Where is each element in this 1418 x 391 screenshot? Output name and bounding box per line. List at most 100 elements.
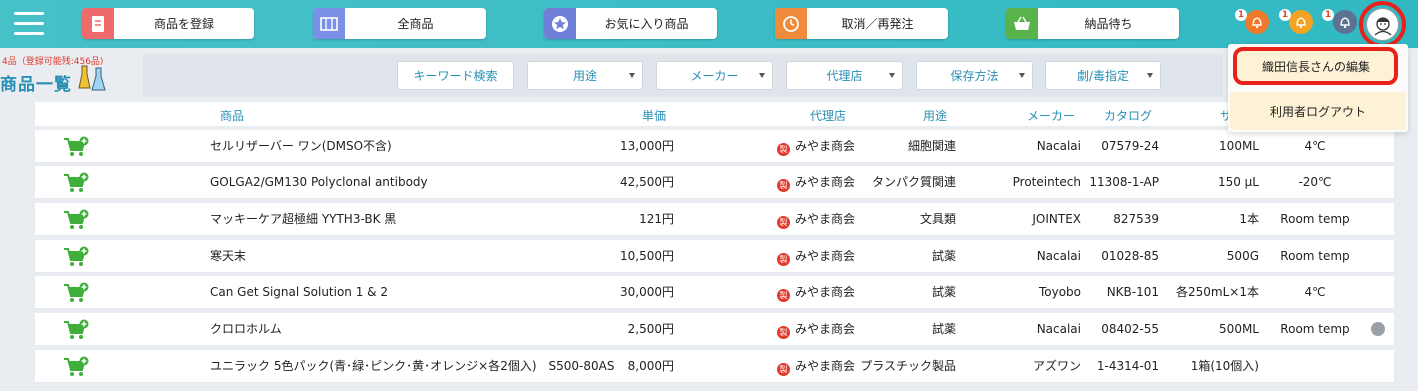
add-to-cart-icon[interactable] bbox=[63, 172, 89, 194]
filter-use-label: 用途 bbox=[572, 69, 597, 83]
table-row[interactable]: ユニラック 5色パック(青･緑･ピンク･黄･オレンジ×各2個入) S500-80… bbox=[35, 350, 1394, 383]
use-cell: タンパク質関連 bbox=[871, 175, 956, 189]
size-cell: 100ML bbox=[1219, 139, 1259, 153]
filter-use-dropdown[interactable]: 用途 bbox=[527, 61, 643, 90]
bell-icon[interactable] bbox=[1289, 10, 1313, 34]
filter-maker-dropdown[interactable]: メーカー bbox=[656, 61, 773, 90]
nav-register-product-button[interactable]: 商品を登録 bbox=[82, 8, 254, 39]
table-row[interactable]: マッキーケア超極細 YYTH3-BK 黒 121円 製みやま商会 文具類 JOINTEX… bbox=[35, 203, 1394, 236]
maker-cell: Nacalai bbox=[1036, 322, 1081, 336]
unit-price: 8,000円 bbox=[627, 359, 674, 373]
catalog-cell: 1-4314-01 bbox=[1096, 359, 1159, 373]
product-name[interactable]: Can Get Signal Solution 1 & 2 bbox=[210, 276, 388, 309]
chevron-down-icon bbox=[1147, 73, 1153, 78]
avatar[interactable] bbox=[1366, 8, 1399, 41]
chevron-down-icon bbox=[889, 73, 895, 78]
agency-name: みやま商会 bbox=[795, 322, 856, 336]
use-cell: 文具類 bbox=[919, 212, 956, 226]
nav-awaiting-delivery-button[interactable]: 納品待ち bbox=[1006, 8, 1179, 39]
catalog-cell: 827539 bbox=[1113, 212, 1159, 226]
size-cell: 各250mL×1本 bbox=[1176, 285, 1259, 299]
filter-agency-label: 代理店 bbox=[826, 69, 863, 83]
catalog-cell: 07579-24 bbox=[1101, 139, 1159, 153]
notification-badge: 1 bbox=[1279, 9, 1291, 21]
agency-name: みやま商会 bbox=[795, 249, 856, 263]
storage-cell: Room temp bbox=[1280, 212, 1350, 226]
product-name[interactable]: ユニラック 5色パック(青･緑･ピンク･黄･オレンジ×各2個入) S500-80… bbox=[210, 350, 614, 383]
size-cell: 1本 bbox=[1239, 212, 1259, 226]
agency-cell: 製みやま商会 bbox=[777, 313, 855, 346]
table-row[interactable]: GOLGA2/GM130 Polyclonal antibody 42,500円 製… bbox=[35, 166, 1394, 199]
nav-cancel-reorder-button[interactable]: 取消／再発注 bbox=[775, 8, 948, 39]
column-header-use[interactable]: 用途 bbox=[923, 107, 947, 124]
filter-agency-dropdown[interactable]: 代理店 bbox=[786, 61, 903, 90]
chevron-down-icon bbox=[1019, 73, 1025, 78]
keyword-search-label: キーワード検索 bbox=[413, 69, 498, 83]
agency-cell: 製みやま商会 bbox=[777, 130, 855, 163]
nav-all-products-button[interactable]: 全商品 bbox=[313, 8, 486, 39]
agency-cell: 製みやま商会 bbox=[777, 203, 855, 236]
add-to-cart-icon[interactable] bbox=[63, 136, 89, 158]
notification-badge: 1 bbox=[1235, 9, 1247, 21]
hamburger-menu-icon[interactable] bbox=[14, 12, 44, 36]
table-row[interactable]: 寒天末 10,500円 製みやま商会 試薬 Nacalai 01028-85 500G Roo… bbox=[35, 240, 1394, 273]
column-header-catalog[interactable]: カタログ bbox=[1104, 107, 1152, 124]
agency-name: みやま商会 bbox=[795, 175, 856, 189]
product-name[interactable]: 寒天末 bbox=[210, 240, 246, 273]
table-row[interactable]: セルリザーバー ワン(DMSO不含) 13,000円 製みやま商会 細胞関連 Nacal… bbox=[35, 130, 1394, 163]
product-name[interactable]: セルリザーバー ワン(DMSO不含) bbox=[210, 130, 392, 163]
filter-hazard-dropdown[interactable]: 劇/毒指定 bbox=[1045, 61, 1161, 90]
filter-storage-dropdown[interactable]: 保存方法 bbox=[916, 61, 1033, 90]
product-name[interactable]: クロロホルム bbox=[210, 313, 282, 346]
logout-menu-item[interactable]: 利用者ログアウト bbox=[1230, 92, 1406, 130]
chevron-down-icon bbox=[629, 73, 635, 78]
bell-icon[interactable] bbox=[1333, 10, 1357, 34]
all-products-icon bbox=[313, 8, 345, 39]
seal-icon: 製 bbox=[777, 289, 790, 302]
agency-cell: 製みやま商会 bbox=[777, 350, 855, 383]
keyword-search-button[interactable]: キーワード検索 bbox=[397, 61, 514, 90]
catalog-cell: NKB-101 bbox=[1106, 285, 1159, 299]
table-row[interactable]: Can Get Signal Solution 1 & 2 30,000円 製みやま… bbox=[35, 276, 1394, 309]
use-cell: プラスチック製品 bbox=[860, 359, 956, 373]
table-row[interactable]: クロロホルム 2,500円 製みやま商会 試薬 Nacalai 08402-55 500ML… bbox=[35, 313, 1394, 346]
unit-price: 2,500円 bbox=[627, 322, 674, 336]
storage-cell: -20℃ bbox=[1298, 175, 1332, 189]
add-to-cart-icon[interactable] bbox=[63, 209, 89, 231]
nav-cancel-reorder-label: 取消／再発注 bbox=[841, 17, 914, 31]
use-cell: 試薬 bbox=[931, 322, 956, 336]
agency-name: みやま商会 bbox=[795, 139, 856, 153]
size-cell: 1箱(10個入) bbox=[1190, 359, 1259, 373]
product-name[interactable]: マッキーケア超極細 YYTH3-BK 黒 bbox=[210, 203, 396, 236]
skull-hazard-icon bbox=[1371, 322, 1385, 336]
flask-icon bbox=[78, 65, 106, 91]
agency-name: みやま商会 bbox=[795, 212, 856, 226]
nav-register-product-label: 商品を登録 bbox=[153, 17, 214, 31]
add-to-cart-icon[interactable] bbox=[63, 319, 89, 341]
column-header-agency[interactable]: 代理店 bbox=[810, 107, 846, 124]
column-header-price[interactable]: 単価 bbox=[642, 107, 666, 124]
bell-icon[interactable] bbox=[1245, 10, 1269, 34]
storage-cell: 4℃ bbox=[1304, 139, 1326, 153]
maker-cell: JOINTEX bbox=[1032, 212, 1081, 226]
catalog-cell: 11308-1-AP bbox=[1089, 175, 1159, 189]
column-header-maker[interactable]: メーカー bbox=[1027, 107, 1075, 124]
unit-price: 10,500円 bbox=[620, 249, 674, 263]
seal-icon: 製 bbox=[777, 179, 790, 192]
seal-icon: 製 bbox=[777, 363, 790, 376]
product-name[interactable]: GOLGA2/GM130 Polyclonal antibody bbox=[210, 166, 428, 199]
maker-cell: Nacalai bbox=[1036, 139, 1081, 153]
agency-name: みやま商会 bbox=[795, 359, 856, 373]
nav-awaiting-delivery-label: 納品待ち bbox=[1084, 17, 1133, 31]
size-cell: 500G bbox=[1226, 249, 1259, 263]
nav-all-products-label: 全商品 bbox=[397, 17, 434, 31]
column-header-product[interactable]: 商品 bbox=[220, 107, 244, 124]
nav-favorites-button[interactable]: お気に入り商品 bbox=[544, 8, 717, 39]
add-to-cart-icon[interactable] bbox=[63, 356, 89, 378]
seal-icon: 製 bbox=[777, 326, 790, 339]
register-product-icon bbox=[82, 8, 114, 39]
storage-cell: 4℃ bbox=[1304, 285, 1326, 299]
add-to-cart-icon[interactable] bbox=[63, 246, 89, 268]
add-to-cart-icon[interactable] bbox=[63, 282, 89, 304]
storage-cell: Room temp bbox=[1280, 322, 1350, 336]
